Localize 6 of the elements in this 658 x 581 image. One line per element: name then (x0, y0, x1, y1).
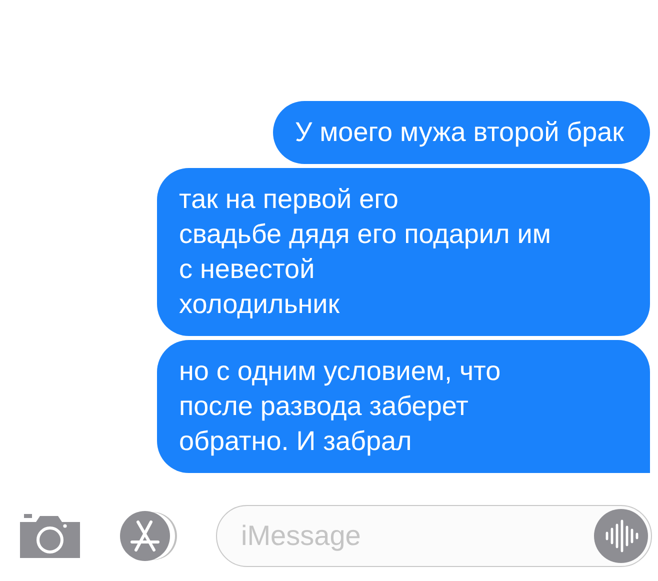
message-bubble: так на первой его свадьбе дядя его подарил им с невестой холодильник (157, 168, 650, 336)
message-bubble: но с одним условием, что после развода заберет обратно. И забрал (157, 340, 650, 473)
camera-icon[interactable] (20, 514, 80, 558)
audio-waveform-icon[interactable] (594, 509, 648, 563)
app-store-icon[interactable] (118, 510, 180, 562)
message-bubble: У моего мужа второй брак (272, 101, 650, 164)
